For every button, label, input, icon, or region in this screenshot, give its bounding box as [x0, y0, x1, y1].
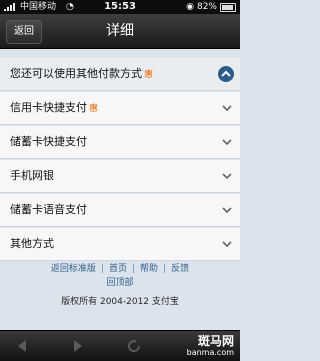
- collapse-button[interactable]: [218, 66, 234, 82]
- header-label: 您还可以使用其他付款方式惠: [10, 58, 153, 91]
- chevron-down-icon: [222, 139, 232, 146]
- header-text: 您还可以使用其他付款方式: [10, 67, 142, 80]
- list-item-label: 储蓄卡快捷支付: [10, 135, 87, 148]
- link-feedback[interactable]: 反馈: [171, 264, 189, 274]
- navigation-bar: 返回 详细: [0, 14, 240, 49]
- list-item-label: 其他方式: [10, 237, 54, 250]
- link-standard-version[interactable]: 返回标准版: [51, 264, 96, 274]
- watermark-url: banma.com: [186, 348, 234, 357]
- browser-toolbar: 斑马网 banma.com: [0, 330, 240, 361]
- list-item-other-methods[interactable]: 其他方式: [0, 228, 240, 261]
- payment-methods-list: 您还可以使用其他付款方式惠 信用卡快捷支付惠 储蓄卡快捷支付 手机网银 储蓄卡语…: [0, 58, 240, 262]
- list-item-credit-card[interactable]: 信用卡快捷支付惠: [0, 92, 240, 125]
- discount-badge: 惠: [89, 104, 99, 114]
- forward-arrow-icon[interactable]: [70, 338, 86, 354]
- list-item-voice-payment[interactable]: 储蓄卡语音支付: [0, 194, 240, 227]
- battery-icon: [220, 2, 236, 12]
- footer-links-row-2: 回顶部: [0, 276, 240, 290]
- footer-links: 返回标准版 | 首页 | 帮助 | 反馈: [0, 262, 240, 276]
- back-arrow-icon[interactable]: [14, 338, 30, 354]
- chevron-down-icon: [222, 105, 232, 112]
- link-help[interactable]: 帮助: [140, 264, 158, 274]
- link-back-to-top[interactable]: 回顶部: [106, 278, 133, 288]
- watermark-name: 斑马网: [197, 334, 234, 348]
- separator: |: [131, 264, 136, 274]
- status-bar: 中国移动 ◔ 15:53 ◉ 82%: [0, 0, 240, 14]
- link-home[interactable]: 首页: [109, 264, 127, 274]
- page-title: 详细: [106, 23, 134, 39]
- chevron-down-icon: [222, 241, 232, 248]
- list-item-label: 信用卡快捷支付: [10, 101, 87, 114]
- other-payment-methods-header[interactable]: 您还可以使用其他付款方式惠: [0, 58, 240, 91]
- refresh-icon[interactable]: [126, 338, 142, 354]
- watermark: 斑马网 banma.com: [187, 335, 234, 359]
- list-item-mobile-banking[interactable]: 手机网银: [0, 160, 240, 193]
- copyright-text: 版权所有 2004-2012 支付宝: [61, 297, 179, 307]
- chevron-up-icon: [221, 70, 231, 77]
- battery-percent: 82%: [196, 2, 217, 12]
- list-item-debit-card[interactable]: 储蓄卡快捷支付: [0, 126, 240, 159]
- discount-badge: 惠: [144, 70, 154, 80]
- separator: |: [100, 264, 104, 274]
- lock-rotation-icon: ◉: [186, 2, 194, 12]
- chevron-down-icon: [222, 173, 232, 180]
- footer: 返回标准版 | 首页 | 帮助 | 反馈 回顶部 版权所有 2004-2012 支付宝: [0, 262, 240, 307]
- list-item-label: 储蓄卡语音支付: [10, 203, 87, 216]
- separator: |: [163, 264, 167, 274]
- list-item-label: 手机网银: [10, 169, 54, 182]
- chevron-down-icon: [222, 207, 232, 214]
